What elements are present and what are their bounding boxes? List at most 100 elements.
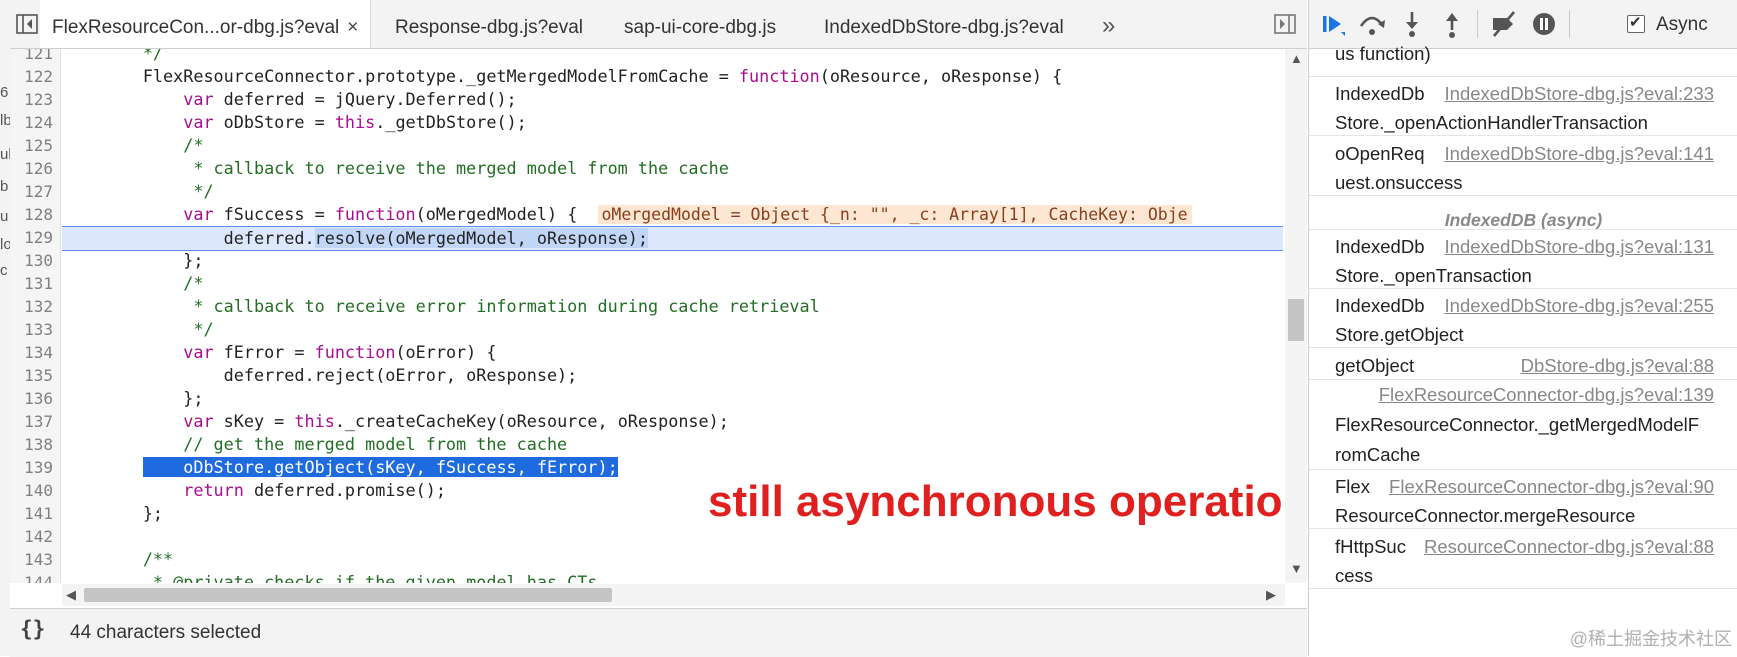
call-frame-fragment[interactable]: us function) bbox=[1309, 43, 1737, 77]
line-number[interactable]: 132 bbox=[10, 295, 53, 318]
line-number[interactable]: 127 bbox=[10, 180, 53, 203]
code-line-135[interactable]: deferred.reject(oError, oResponse); bbox=[62, 364, 1283, 387]
more-tabs-icon[interactable]: » bbox=[1102, 12, 1115, 40]
code-line-123[interactable]: var deferred = jQuery.Deferred(); bbox=[62, 88, 1283, 111]
line-number[interactable]: 126 bbox=[10, 157, 53, 180]
horizontal-scroll-thumb[interactable] bbox=[84, 588, 612, 602]
code-editor[interactable]: 121 122 123 124 125 126 127 128 129 130 … bbox=[10, 49, 1307, 583]
call-frame-location[interactable]: IndexedDbStore-dbg.js?eval:131 bbox=[1445, 236, 1714, 258]
line-number[interactable]: 138 bbox=[10, 433, 53, 456]
pretty-print-button[interactable]: {} bbox=[20, 617, 45, 641]
call-frame-location[interactable]: ResourceConnector-dbg.js?eval:88 bbox=[1424, 536, 1714, 558]
code-line-133[interactable]: */ bbox=[62, 318, 1283, 341]
line-number[interactable]: 137 bbox=[10, 410, 53, 433]
line-number[interactable]: 121 bbox=[10, 49, 53, 65]
call-frame-function: IndexedDb bbox=[1335, 83, 1425, 104]
code-line-129[interactable]: deferred.resolve(oMergedModel, oResponse… bbox=[62, 226, 1283, 251]
line-number[interactable]: 142 bbox=[10, 525, 53, 548]
call-frame[interactable]: Flex FlexResourceConnector-dbg.js?eval:9… bbox=[1309, 470, 1737, 529]
line-number[interactable]: 136 bbox=[10, 387, 53, 410]
line-number-gutter[interactable]: 121 122 123 124 125 126 127 128 129 130 … bbox=[10, 49, 61, 583]
code-line-142[interactable] bbox=[62, 525, 1283, 548]
call-frame[interactable]: IndexedDb IndexedDbStore-dbg.js?eval:131… bbox=[1309, 229, 1737, 289]
call-frame[interactable]: FlexResourceConnector-dbg.js?eval:139 Fl… bbox=[1309, 380, 1737, 470]
line-number[interactable]: 133 bbox=[10, 318, 53, 341]
tab-flexresourceconnector[interactable]: FlexResourceCon...or-dbg.js?eval × bbox=[40, 0, 372, 48]
code-line-131[interactable]: /* bbox=[62, 272, 1283, 295]
line-number[interactable]: 141 bbox=[10, 502, 53, 525]
call-frame[interactable]: IndexedDb IndexedDbStore-dbg.js?eval:233… bbox=[1309, 77, 1737, 136]
code-line-121[interactable]: */ bbox=[62, 49, 1283, 65]
line-number[interactable]: 124 bbox=[10, 111, 53, 134]
line-number[interactable]: 140 bbox=[10, 479, 53, 502]
code-line-137[interactable]: var sKey = this._createCacheKey(oResourc… bbox=[62, 410, 1283, 433]
toggle-debugger-icon[interactable] bbox=[1274, 14, 1296, 34]
code-line-138[interactable]: // get the merged model from the cache bbox=[62, 433, 1283, 456]
call-frame-location[interactable]: FlexResourceConnector-dbg.js?eval:139 bbox=[1379, 384, 1714, 406]
code-line-134[interactable]: var fError = function(oError) { bbox=[62, 341, 1283, 364]
line-number[interactable]: 128 bbox=[10, 203, 53, 226]
toggle-navigator-icon[interactable] bbox=[16, 14, 38, 34]
step-into-icon[interactable] bbox=[1397, 10, 1427, 38]
tab-sap-ui-core[interactable]: sap-ui-core-dbg.js bbox=[612, 0, 788, 48]
code-line-128[interactable]: var fSuccess = function(oMergedModel) { … bbox=[62, 203, 1283, 226]
call-frame-function: Store.getObject bbox=[1335, 324, 1464, 345]
scroll-left-icon[interactable]: ◀ bbox=[66, 587, 76, 603]
pause-on-exceptions-icon[interactable] bbox=[1529, 10, 1559, 38]
scroll-down-icon[interactable]: ▼ bbox=[1290, 561, 1303, 576]
call-frame[interactable]: fHttpSuc ResourceConnector-dbg.js?eval:8… bbox=[1309, 530, 1737, 589]
call-frame-location[interactable]: DbStore-dbg.js?eval:88 bbox=[1521, 355, 1714, 377]
code-line-136[interactable]: }; bbox=[62, 387, 1283, 410]
code-line-127[interactable]: */ bbox=[62, 180, 1283, 203]
scroll-right-icon[interactable]: ▶ bbox=[1266, 587, 1276, 603]
call-frame-function: fHttpSuc bbox=[1335, 536, 1406, 557]
async-label: Async bbox=[1656, 14, 1708, 35]
call-frame-function: Store._openActionHandlerTransaction bbox=[1335, 112, 1648, 133]
line-number[interactable]: 144 bbox=[10, 571, 53, 583]
call-frame[interactable]: oOpenReq IndexedDbStore-dbg.js?eval:141 … bbox=[1309, 137, 1737, 196]
scroll-up-icon[interactable]: ▲ bbox=[1290, 51, 1303, 66]
debugger-sidebar: Async us function) IndexedDb IndexedDbSt… bbox=[1308, 0, 1737, 656]
code-line-122[interactable]: FlexResourceConnector.prototype._getMerg… bbox=[62, 65, 1283, 88]
step-over-icon[interactable] bbox=[1357, 10, 1387, 38]
line-number[interactable]: 123 bbox=[10, 88, 53, 111]
step-out-icon[interactable] bbox=[1437, 10, 1467, 38]
line-number[interactable]: 122 bbox=[10, 65, 53, 88]
tab-indexeddbstore[interactable]: IndexedDbStore-dbg.js?eval bbox=[812, 0, 1076, 48]
close-icon[interactable]: × bbox=[347, 17, 358, 38]
call-frame-location[interactable]: IndexedDbStore-dbg.js?eval:141 bbox=[1445, 143, 1714, 165]
line-number[interactable]: 125 bbox=[10, 134, 53, 157]
horizontal-scrollbar[interactable]: ◀ ▶ bbox=[62, 584, 1285, 606]
async-checkbox[interactable] bbox=[1627, 13, 1645, 33]
line-number[interactable]: 139 bbox=[10, 456, 53, 479]
line-number[interactable]: 135 bbox=[10, 364, 53, 387]
line-number[interactable]: 131 bbox=[10, 272, 53, 295]
deactivate-breakpoints-icon[interactable] bbox=[1489, 10, 1519, 38]
line-number[interactable]: 143 bbox=[10, 548, 53, 571]
code-line-143[interactable]: /** bbox=[62, 548, 1283, 571]
call-frame-location[interactable]: FlexResourceConnector-dbg.js?eval:90 bbox=[1389, 476, 1714, 498]
vertical-scroll-thumb[interactable] bbox=[1288, 299, 1304, 341]
editor-tab-bar: FlexResourceCon...or-dbg.js?eval × Respon… bbox=[10, 0, 1307, 49]
resume-icon[interactable] bbox=[1319, 10, 1349, 38]
code-line-124[interactable]: var oDbStore = this._getDbStore(); bbox=[62, 111, 1283, 134]
tab-label: sap-ui-core-dbg.js bbox=[624, 17, 777, 38]
call-frame-function: uest.onsuccess bbox=[1335, 172, 1463, 193]
code-line-126[interactable]: * callback to receive the merged model f… bbox=[62, 157, 1283, 180]
call-frame-function: ResourceConnector.mergeResource bbox=[1335, 505, 1636, 526]
call-frame-location[interactable]: IndexedDbStore-dbg.js?eval:255 bbox=[1445, 295, 1714, 317]
call-frame-location[interactable]: IndexedDbStore-dbg.js?eval:233 bbox=[1445, 83, 1714, 105]
call-frame[interactable]: IndexedDb IndexedDbStore-dbg.js?eval:255… bbox=[1309, 289, 1737, 348]
editor-status-bar: {} 44 characters selected bbox=[10, 608, 1307, 657]
line-number[interactable]: 134 bbox=[10, 341, 53, 364]
tab-response[interactable]: Response-dbg.js?eval bbox=[383, 0, 595, 48]
code-line-132[interactable]: * callback to receive error information … bbox=[62, 295, 1283, 318]
code-line-125[interactable]: /* bbox=[62, 134, 1283, 157]
line-number-current[interactable]: 129 bbox=[10, 226, 53, 249]
code-line-130[interactable]: }; bbox=[62, 249, 1283, 272]
code-line-144[interactable]: * @private checks if the given model has… bbox=[62, 571, 1283, 583]
call-frame[interactable]: getObject DbStore-dbg.js?eval:88 bbox=[1309, 349, 1737, 380]
vertical-scrollbar[interactable]: ▲ ▼ bbox=[1285, 49, 1307, 583]
code-line-139[interactable]: oDbStore.getObject(sKey, fSuccess, fErro… bbox=[62, 456, 1283, 479]
line-number[interactable]: 130 bbox=[10, 249, 53, 272]
